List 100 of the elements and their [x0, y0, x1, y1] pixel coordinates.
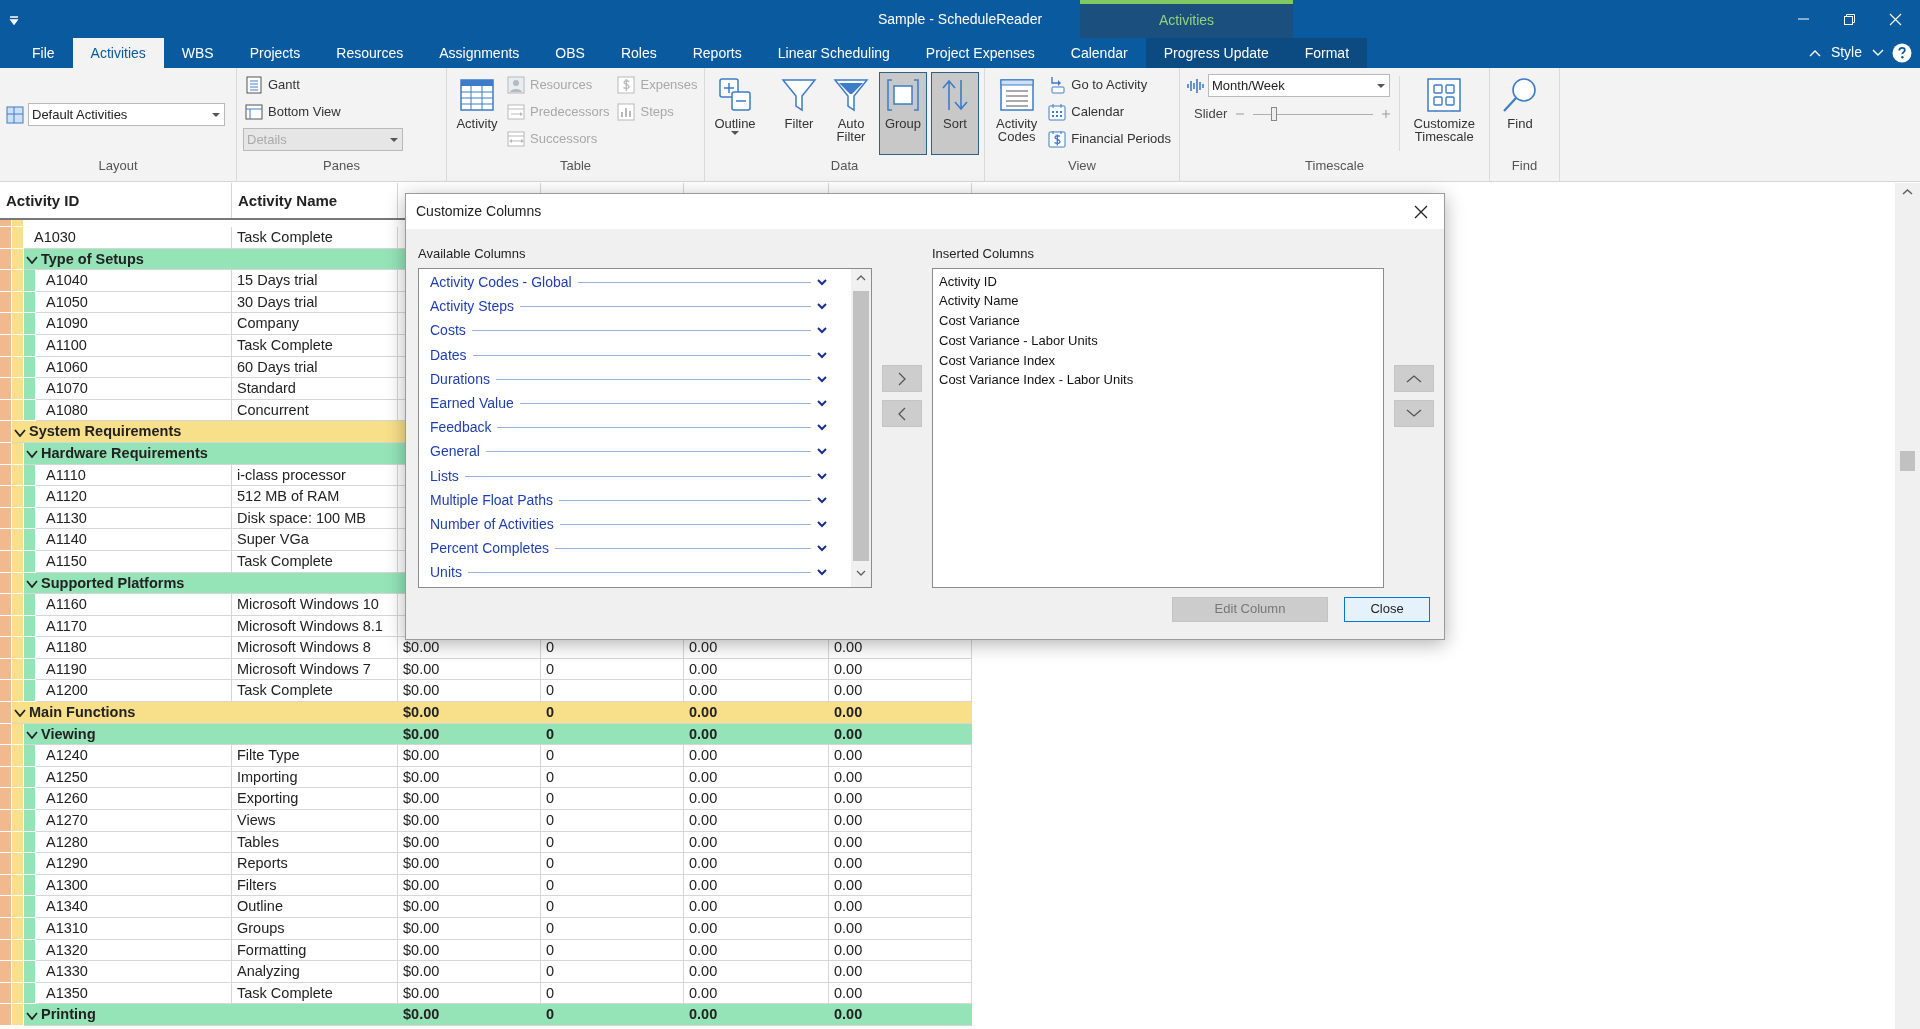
ribbon-button[interactable]: Financial Periods: [1046, 128, 1173, 150]
table-cell: A1320: [36, 939, 232, 962]
list-item[interactable]: Cost Variance Index: [939, 350, 1383, 371]
collapse-ribbon-icon[interactable]: [1808, 48, 1821, 57]
chevron-left-icon[interactable]: [898, 406, 906, 421]
table-cell: A1240: [36, 745, 232, 767]
ribbon-button[interactable]: Go to Activity: [1046, 74, 1173, 96]
column-category[interactable]: Activity Steps: [419, 294, 851, 319]
dropdown[interactable]: Default Activities: [28, 103, 225, 126]
outline-level-bar: [0, 658, 12, 681]
ribbon-tab[interactable]: Calendar: [1052, 38, 1146, 68]
outline-level-bar: [0, 291, 12, 314]
column-category[interactable]: Lists: [419, 464, 851, 489]
outline-level-bar: [12, 378, 24, 400]
arrows-table-icon: [507, 130, 525, 148]
table-cell: 0.00: [829, 788, 972, 811]
column-category[interactable]: Number of Activities: [419, 512, 851, 537]
outline-level-bar: [12, 766, 24, 789]
ribbon-button[interactable]: Sort: [931, 72, 979, 155]
outline-level-bar: [0, 702, 12, 724]
list-item[interactable]: Activity ID: [939, 271, 1383, 292]
slider-thumb[interactable]: [1270, 107, 1277, 121]
table-cell: $0.00: [398, 961, 541, 983]
outline-level-bar: [12, 334, 24, 357]
column-category[interactable]: General: [419, 439, 851, 464]
chevron-down-icon[interactable]: [14, 428, 26, 437]
ribbon-button[interactable]: Auto Filter: [827, 72, 875, 155]
dialog-title: Customize Columns: [416, 202, 542, 221]
ribbon-button[interactable]: Group: [879, 72, 927, 155]
ribbon-button[interactable]: Gantt: [243, 74, 403, 96]
close-button[interactable]: [1888, 12, 1902, 26]
ribbon-button[interactable]: Activity Codes: [991, 72, 1043, 155]
list-item[interactable]: Cost Variance Index - Labor Units: [939, 370, 1383, 391]
ribbon-tab[interactable]: Roles: [602, 38, 675, 68]
close-icon[interactable]: [1414, 205, 1428, 220]
outline-level-bar: [12, 918, 24, 940]
outline-level-bar: [12, 550, 24, 573]
ribbon-tab[interactable]: Assignments: [421, 38, 538, 68]
ribbon-tab[interactable]: Linear Scheduling: [759, 38, 908, 68]
contextual-tab-header: Activities: [1080, 0, 1293, 38]
column-category[interactable]: Feedback: [419, 415, 851, 440]
chevron-down-icon[interactable]: [26, 579, 38, 588]
chevron-right-icon[interactable]: [898, 371, 906, 386]
table-cell: A1060: [36, 356, 232, 379]
list-item[interactable]: Cost Variance: [939, 311, 1383, 331]
chevron-down-icon[interactable]: [26, 730, 38, 739]
help-icon[interactable]: [1892, 42, 1912, 63]
table-cell: A1050: [36, 291, 232, 314]
ribbon-tab[interactable]: File: [14, 38, 73, 68]
ribbon-tab[interactable]: Progress Update: [1145, 38, 1287, 68]
column-category[interactable]: Percent Completes: [419, 536, 851, 561]
table-cell: Formatting: [232, 939, 398, 962]
column-category[interactable]: Units: [419, 560, 851, 585]
chevron-up-icon[interactable]: [1406, 374, 1422, 383]
outline-level-bar: [24, 961, 36, 983]
ribbon-tab[interactable]: Project Expenses: [907, 38, 1053, 68]
ribbon-tab[interactable]: Format: [1286, 38, 1368, 68]
chevron-down-icon[interactable]: [26, 1011, 38, 1020]
ribbon-button[interactable]: Bottom View: [243, 101, 403, 123]
list-item[interactable]: Activity Name: [939, 291, 1383, 312]
chevron-down-icon[interactable]: [14, 709, 26, 718]
ribbon-tab[interactable]: Reports: [674, 38, 760, 68]
group-name: Main Functions: [29, 704, 136, 721]
ribbon-button[interactable]: Calendar: [1046, 101, 1173, 123]
style-menu[interactable]: Style: [1828, 42, 1864, 63]
ribbon-button[interactable]: Filter: [775, 72, 823, 155]
column-category[interactable]: Costs: [419, 318, 851, 344]
list-item[interactable]: Cost Variance - Labor Units: [939, 330, 1383, 351]
ribbon-button[interactable]: Activity: [453, 72, 501, 155]
outline-level-bar: [24, 529, 36, 551]
outline-level-bar: [24, 788, 36, 811]
ribbon-tab[interactable]: Resources: [318, 38, 422, 68]
ribbon-button[interactable]: Outline: [711, 72, 759, 155]
table-cell: 0.00: [684, 961, 829, 983]
caret-icon[interactable]: [1872, 48, 1884, 57]
column-category[interactable]: Earned Value: [419, 391, 851, 416]
column-category[interactable]: Durations: [419, 367, 851, 392]
slider-track[interactable]: [1253, 107, 1374, 121]
restore-button[interactable]: [1842, 12, 1856, 26]
ribbon-tab[interactable]: Activities: [72, 38, 164, 68]
dialog-button[interactable]: Close: [1344, 596, 1430, 622]
chevron-down-icon[interactable]: [26, 450, 38, 459]
column-category[interactable]: Activity Codes - Global: [419, 270, 851, 295]
ribbon-tab[interactable]: WBS: [163, 38, 232, 68]
vertical-scrollbar[interactable]: [851, 268, 871, 587]
ribbon-button[interactable]: Customize Timescale: [1408, 72, 1481, 155]
ribbon-button[interactable]: Find: [1496, 72, 1544, 155]
table-cell: 512 MB of RAM: [232, 486, 398, 508]
column-category[interactable]: Dates: [419, 343, 851, 368]
table-cell: 0.00: [684, 810, 829, 832]
ribbon-tab[interactable]: OBS: [537, 38, 603, 68]
ribbon-tab[interactable]: Projects: [231, 38, 319, 68]
table-cell: A1170: [36, 615, 232, 638]
outline-level-bar: [0, 831, 12, 854]
dropdown[interactable]: Month/Week: [1208, 74, 1390, 97]
table-cell: A1270: [36, 810, 232, 832]
column-category[interactable]: Multiple Float Paths: [419, 488, 851, 513]
quick-access-menu-icon[interactable]: [8, 13, 20, 26]
total-cell: 0.00: [829, 1004, 972, 1026]
chevron-down-icon[interactable]: [26, 255, 38, 264]
